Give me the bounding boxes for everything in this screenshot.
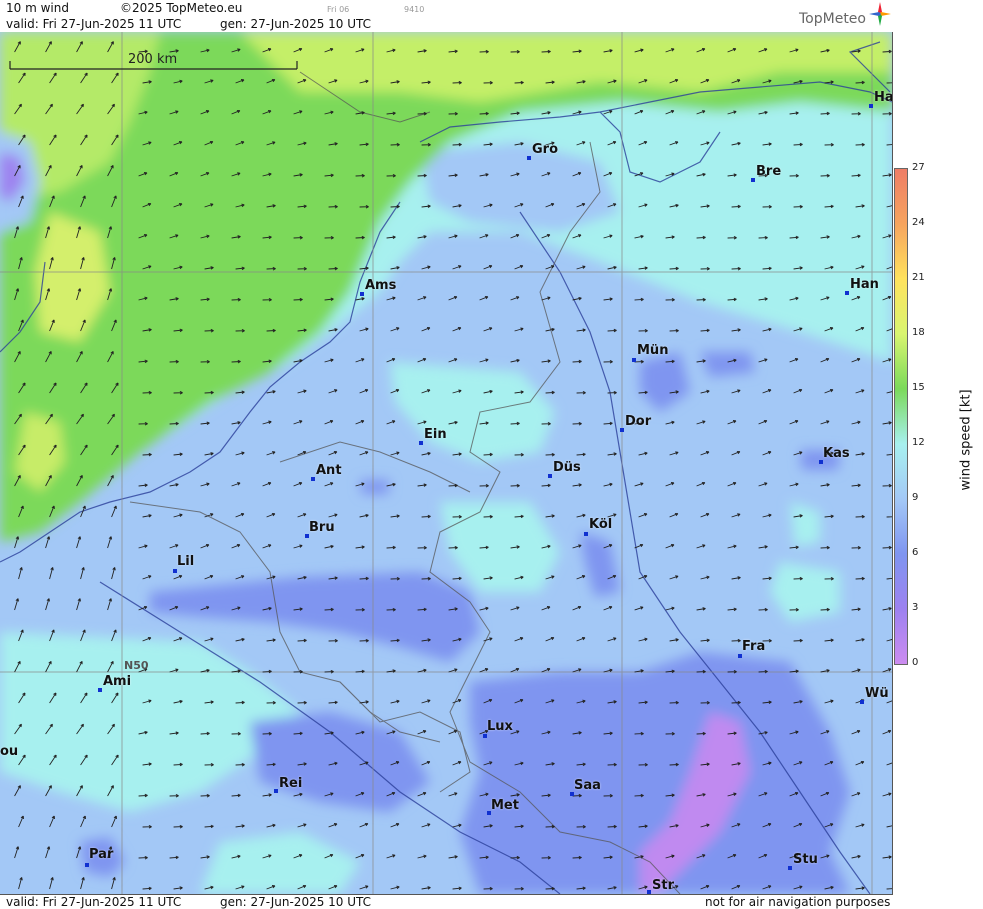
city-marker: [620, 428, 624, 432]
city-marker: [527, 156, 531, 160]
city-label[interactable]: Lil: [177, 554, 194, 569]
city-label[interactable]: Met: [491, 798, 519, 813]
colorbar-tick-label: 9: [912, 492, 919, 503]
city-label[interactable]: Ami: [103, 674, 131, 689]
city-label[interactable]: Han: [850, 277, 879, 292]
city-marker: [738, 654, 742, 658]
city-marker: [584, 532, 588, 536]
wind-speed-colorbar: [894, 168, 908, 665]
logo-text: TopMeteo: [799, 11, 866, 27]
city-label[interactable]: Par: [89, 847, 113, 862]
city-label[interactable]: Dor: [625, 414, 651, 429]
city-label[interactable]: Stu: [793, 852, 818, 867]
city-marker: [173, 569, 177, 573]
footer-valid-time: valid: Fri 27-Jun-2025 11 UTC: [6, 895, 182, 909]
disclaimer: not for air navigation purposes: [705, 895, 891, 909]
city-label[interactable]: Lux: [487, 719, 513, 734]
small-id-label: 9410: [404, 5, 425, 14]
colorbar-tick-label: 18: [912, 327, 925, 338]
city-label[interactable]: Gro: [532, 142, 558, 157]
city-label[interactable]: Bre: [756, 164, 781, 179]
city-marker: [751, 178, 755, 182]
colorbar-tick-label: 12: [912, 437, 925, 448]
city-label[interactable]: Düs: [553, 460, 581, 475]
city-marker: [632, 358, 636, 362]
copyright: ©2025 TopMeteo.eu: [120, 1, 243, 15]
city-label[interactable]: Saa: [574, 778, 601, 793]
city-label[interactable]: Bru: [309, 520, 335, 535]
city-marker: [311, 477, 315, 481]
colorbar-tick-label: 6: [912, 547, 919, 558]
compass-star-icon: [869, 2, 891, 26]
city-marker: [274, 789, 278, 793]
small-day-label: Fri 06: [327, 5, 350, 14]
colorbar-tick-label: 3: [912, 602, 919, 613]
city-marker: [85, 863, 89, 867]
city-marker: [647, 890, 651, 894]
city-label[interactable]: ou: [0, 744, 18, 759]
city-marker: [360, 292, 364, 296]
city-marker: [419, 441, 423, 445]
city-marker: [845, 291, 849, 295]
city-label[interactable]: Ein: [424, 427, 447, 442]
city-marker: [548, 474, 552, 478]
city-marker: [788, 866, 792, 870]
latitude-label: N50: [124, 659, 149, 672]
city-label[interactable]: Ha: [874, 90, 892, 105]
generated-time: gen: 27-Jun-2025 10 UTC: [220, 17, 372, 31]
colorbar-tick-label: 15: [912, 382, 925, 393]
wind-map[interactable]: 200 km N50 Ha Gro Bre Ams Han Mün Ein Do…: [0, 32, 893, 895]
city-label[interactable]: Ant: [316, 463, 342, 478]
wind-speed-field: [0, 32, 892, 894]
city-label[interactable]: Wü: [865, 686, 889, 701]
colorbar-tick-label: 24: [912, 217, 925, 228]
scale-label: 200 km: [128, 52, 178, 67]
product-title: 10 m wind: [6, 1, 69, 15]
city-label[interactable]: Rei: [279, 776, 302, 791]
colorbar-tick-label: 0: [912, 657, 919, 668]
footer-generated-time: gen: 27-Jun-2025 10 UTC: [220, 895, 372, 909]
city-label[interactable]: Mün: [637, 343, 668, 358]
colorbar-tick-label: 27: [912, 162, 925, 173]
valid-time: valid: Fri 27-Jun-2025 11 UTC: [6, 17, 182, 31]
city-label[interactable]: Ams: [365, 278, 396, 293]
topmeteo-logo: TopMeteo: [799, 2, 891, 27]
city-label[interactable]: Köl: [589, 517, 612, 532]
city-marker: [860, 700, 864, 704]
city-label[interactable]: Kas: [823, 446, 850, 461]
colorbar-tick-label: 21: [912, 272, 925, 283]
city-label[interactable]: Fra: [742, 639, 765, 654]
city-label[interactable]: Str: [652, 878, 674, 893]
colorbar-label: wind speed [kt]: [958, 389, 974, 491]
city-marker: [869, 104, 873, 108]
city-marker: [98, 688, 102, 692]
city-marker: [483, 734, 487, 738]
